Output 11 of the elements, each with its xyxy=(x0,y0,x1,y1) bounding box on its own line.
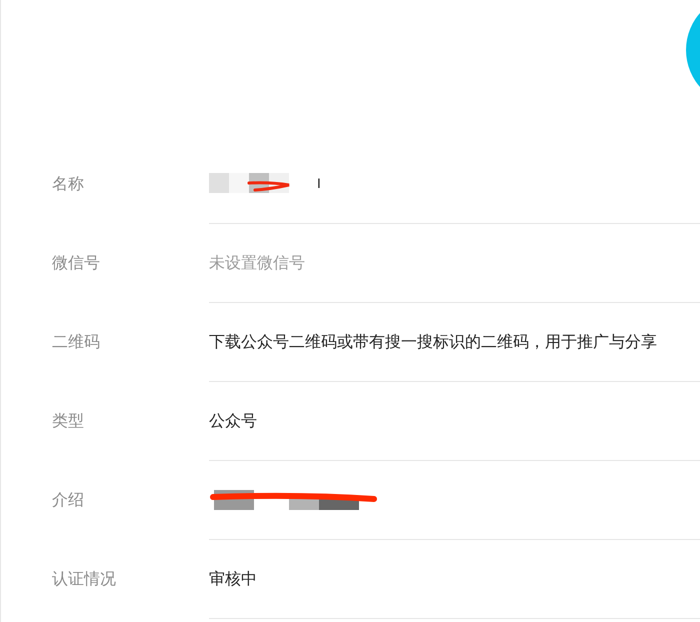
field-label: 微信号 xyxy=(51,253,101,274)
field-label: 介绍 xyxy=(51,490,85,511)
field-label: 认证情况 xyxy=(51,569,117,590)
field-value: 下载公众号二维码或带有搜一搜标识的二维码，用于推广与分享 xyxy=(209,332,657,352)
field-label: 二维码 xyxy=(51,332,101,353)
field-label: 类型 xyxy=(51,411,85,432)
field-value: 审核中 xyxy=(209,568,257,590)
field-value: 未设置微信号 xyxy=(209,252,305,274)
field-value: I xyxy=(317,176,321,192)
field-label: 名称 xyxy=(51,174,85,195)
field-value: 公众号 xyxy=(209,410,257,432)
